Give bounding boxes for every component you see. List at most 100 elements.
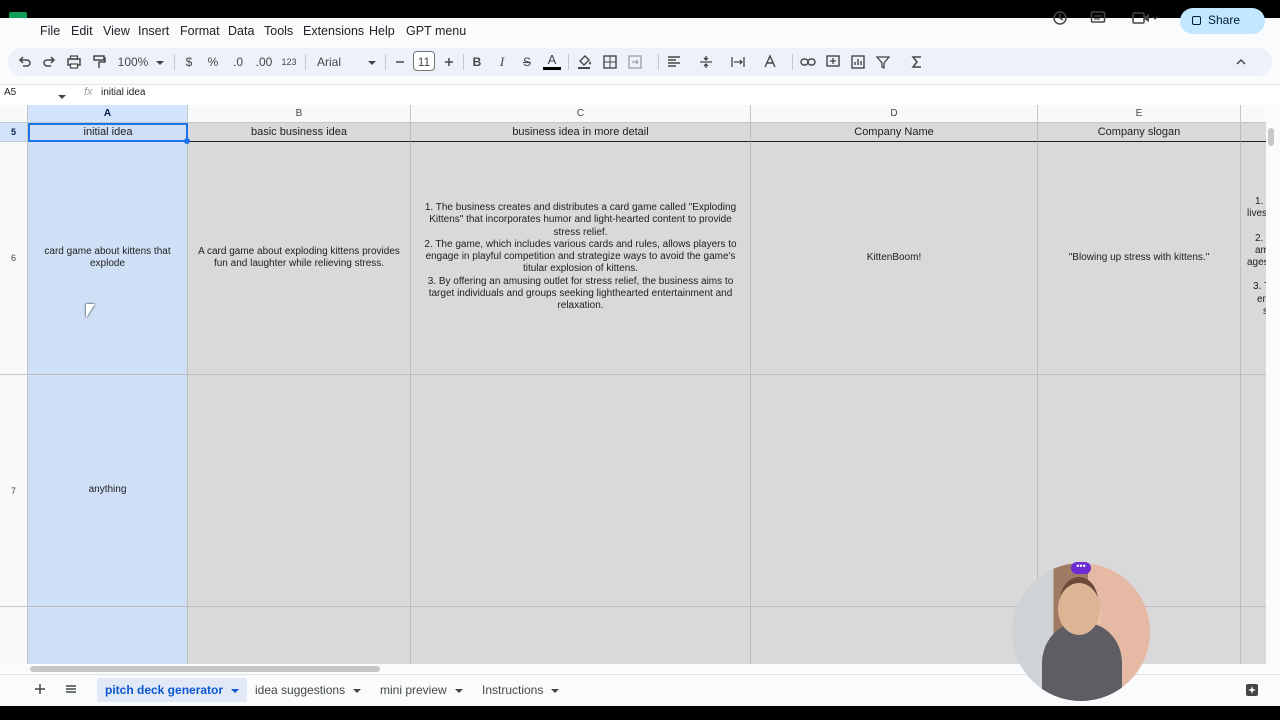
font-select[interactable]: Arial — [317, 49, 357, 75]
bold-button[interactable]: B — [470, 49, 484, 75]
text-rotation-icon[interactable] — [762, 49, 778, 75]
tab-idea-suggestions[interactable]: idea suggestions — [247, 678, 369, 702]
horizontal-scroll-thumb[interactable] — [30, 666, 380, 672]
webcam-menu-badge[interactable]: ••• — [1071, 562, 1091, 574]
menu-view[interactable]: View — [103, 24, 130, 38]
add-sheet-icon[interactable] — [33, 682, 47, 696]
cell-e6[interactable]: "Blowing up stress with kittens." — [1038, 142, 1241, 375]
zoom-select[interactable]: 100% — [116, 49, 150, 75]
menu-insert[interactable]: Insert — [138, 24, 169, 38]
text-wrap-icon[interactable] — [730, 49, 746, 75]
tab-pitch-deck-generator[interactable]: pitch deck generator — [97, 678, 248, 702]
cell-b8[interactable] — [188, 607, 411, 665]
cell-f5[interactable] — [1241, 123, 1266, 142]
text-color-button[interactable]: A — [543, 49, 561, 70]
share-button[interactable]: Share — [1180, 8, 1265, 34]
tab-instructions[interactable]: Instructions — [474, 678, 567, 702]
history-icon[interactable] — [1052, 10, 1068, 26]
partial-text: ages — [1247, 257, 1266, 269]
merge-cells-icon[interactable] — [627, 49, 643, 75]
currency-button[interactable]: $ — [182, 49, 196, 75]
fill-handle[interactable] — [184, 138, 190, 144]
vertical-scrollbar[interactable] — [1266, 105, 1280, 665]
font-size-decrease-icon[interactable] — [393, 49, 407, 75]
italic-button[interactable]: I — [495, 49, 509, 75]
column-header-b[interactable]: B — [188, 105, 411, 123]
cell-d5[interactable]: Company Name — [751, 123, 1038, 142]
cell-f8[interactable] — [1241, 607, 1266, 665]
paint-format-icon[interactable] — [91, 49, 107, 75]
column-header-d[interactable]: D — [751, 105, 1038, 123]
menu-edit[interactable]: Edit — [71, 24, 93, 38]
cell-d7[interactable] — [751, 375, 1038, 607]
functions-icon[interactable] — [909, 49, 925, 75]
top-black-bar — [0, 0, 1280, 18]
collapse-toolbar-icon[interactable] — [1233, 49, 1249, 75]
horizontal-align-icon[interactable] — [666, 49, 682, 75]
cell-c7[interactable] — [411, 375, 751, 607]
vertical-align-icon[interactable] — [698, 49, 714, 75]
column-header-e[interactable]: E — [1038, 105, 1241, 123]
meet-icon[interactable] — [1132, 10, 1158, 26]
menu-help[interactable]: Help — [369, 24, 395, 38]
comment-icon[interactable] — [1090, 10, 1106, 26]
font-size-input[interactable]: 11 — [413, 51, 435, 71]
font-size-increase-icon[interactable] — [442, 49, 456, 75]
filter-icon[interactable] — [875, 49, 891, 75]
fill-color-icon[interactable] — [576, 49, 592, 75]
cell-f6[interactable]: 1. lives 2. am ages 3. T en s — [1241, 142, 1266, 375]
all-sheets-icon[interactable] — [64, 682, 78, 696]
print-icon[interactable] — [66, 49, 82, 75]
cell-a7[interactable]: anything — [28, 375, 188, 607]
undo-icon[interactable] — [17, 49, 33, 75]
formula-input[interactable]: initial idea — [101, 87, 145, 98]
partial-text: 1. — [1255, 196, 1264, 207]
chevron-down-icon[interactable] — [58, 88, 66, 106]
chevron-down-icon — [454, 688, 463, 693]
detail-line-2: 2. The game, which includes various card… — [424, 238, 737, 275]
row-header-5[interactable]: 5 — [0, 123, 28, 142]
name-box[interactable]: A5 — [4, 87, 16, 98]
cell-b6[interactable]: A card game about exploding kittens prov… — [188, 142, 411, 375]
increase-decimal-button[interactable]: .00 — [254, 49, 274, 75]
cell-b7[interactable] — [188, 375, 411, 607]
menu-format[interactable]: Format — [180, 24, 220, 38]
cell-a8[interactable] — [28, 607, 188, 665]
menu-extensions[interactable]: Extensions — [303, 24, 364, 38]
vertical-scroll-thumb[interactable] — [1268, 128, 1274, 146]
redo-icon[interactable] — [41, 49, 57, 75]
tab-label: mini preview — [380, 683, 447, 697]
cell-d8[interactable] — [751, 607, 1038, 665]
menu-tools[interactable]: Tools — [264, 24, 293, 38]
insert-comment-icon[interactable] — [825, 49, 841, 75]
cell-b5[interactable]: basic business idea — [188, 123, 411, 142]
more-formats-button[interactable]: 123 — [280, 49, 298, 75]
percent-button[interactable]: % — [206, 49, 220, 75]
cell-c8[interactable] — [411, 607, 751, 665]
column-header-c[interactable]: C — [411, 105, 751, 123]
cell-a6[interactable]: card game about kittens that explode — [28, 142, 188, 375]
column-header-a[interactable]: A — [28, 105, 188, 123]
strikethrough-button[interactable]: S — [520, 49, 534, 75]
link-icon[interactable] — [800, 49, 816, 75]
column-header-f[interactable] — [1241, 105, 1266, 123]
cell-c5[interactable]: business idea in more detail — [411, 123, 751, 142]
select-all-corner[interactable] — [0, 105, 28, 123]
menu-data[interactable]: Data — [228, 24, 254, 38]
cell-d6[interactable]: KittenBoom! — [751, 142, 1038, 375]
decrease-decimal-button[interactable]: .0 — [230, 49, 246, 75]
explore-icon[interactable] — [1245, 683, 1259, 697]
cell-e5[interactable]: Company slogan — [1038, 123, 1241, 142]
detail-line-3: 3. By offering an amusing outlet for str… — [427, 275, 734, 312]
row-header-7[interactable]: 7 — [0, 375, 28, 607]
cell-a5[interactable]: initial idea — [28, 123, 188, 142]
cell-f7[interactable] — [1241, 375, 1266, 607]
row-header-6[interactable]: 6 — [0, 142, 28, 375]
row-header-8[interactable] — [0, 607, 28, 665]
tab-mini-preview[interactable]: mini preview — [372, 678, 471, 702]
insert-chart-icon[interactable] — [850, 49, 866, 75]
menu-file[interactable]: File — [40, 24, 60, 38]
borders-icon[interactable] — [602, 49, 618, 75]
cell-c6[interactable]: 1. The business creates and distributes … — [411, 142, 751, 375]
menu-gpt[interactable]: GPT menu — [406, 24, 466, 38]
